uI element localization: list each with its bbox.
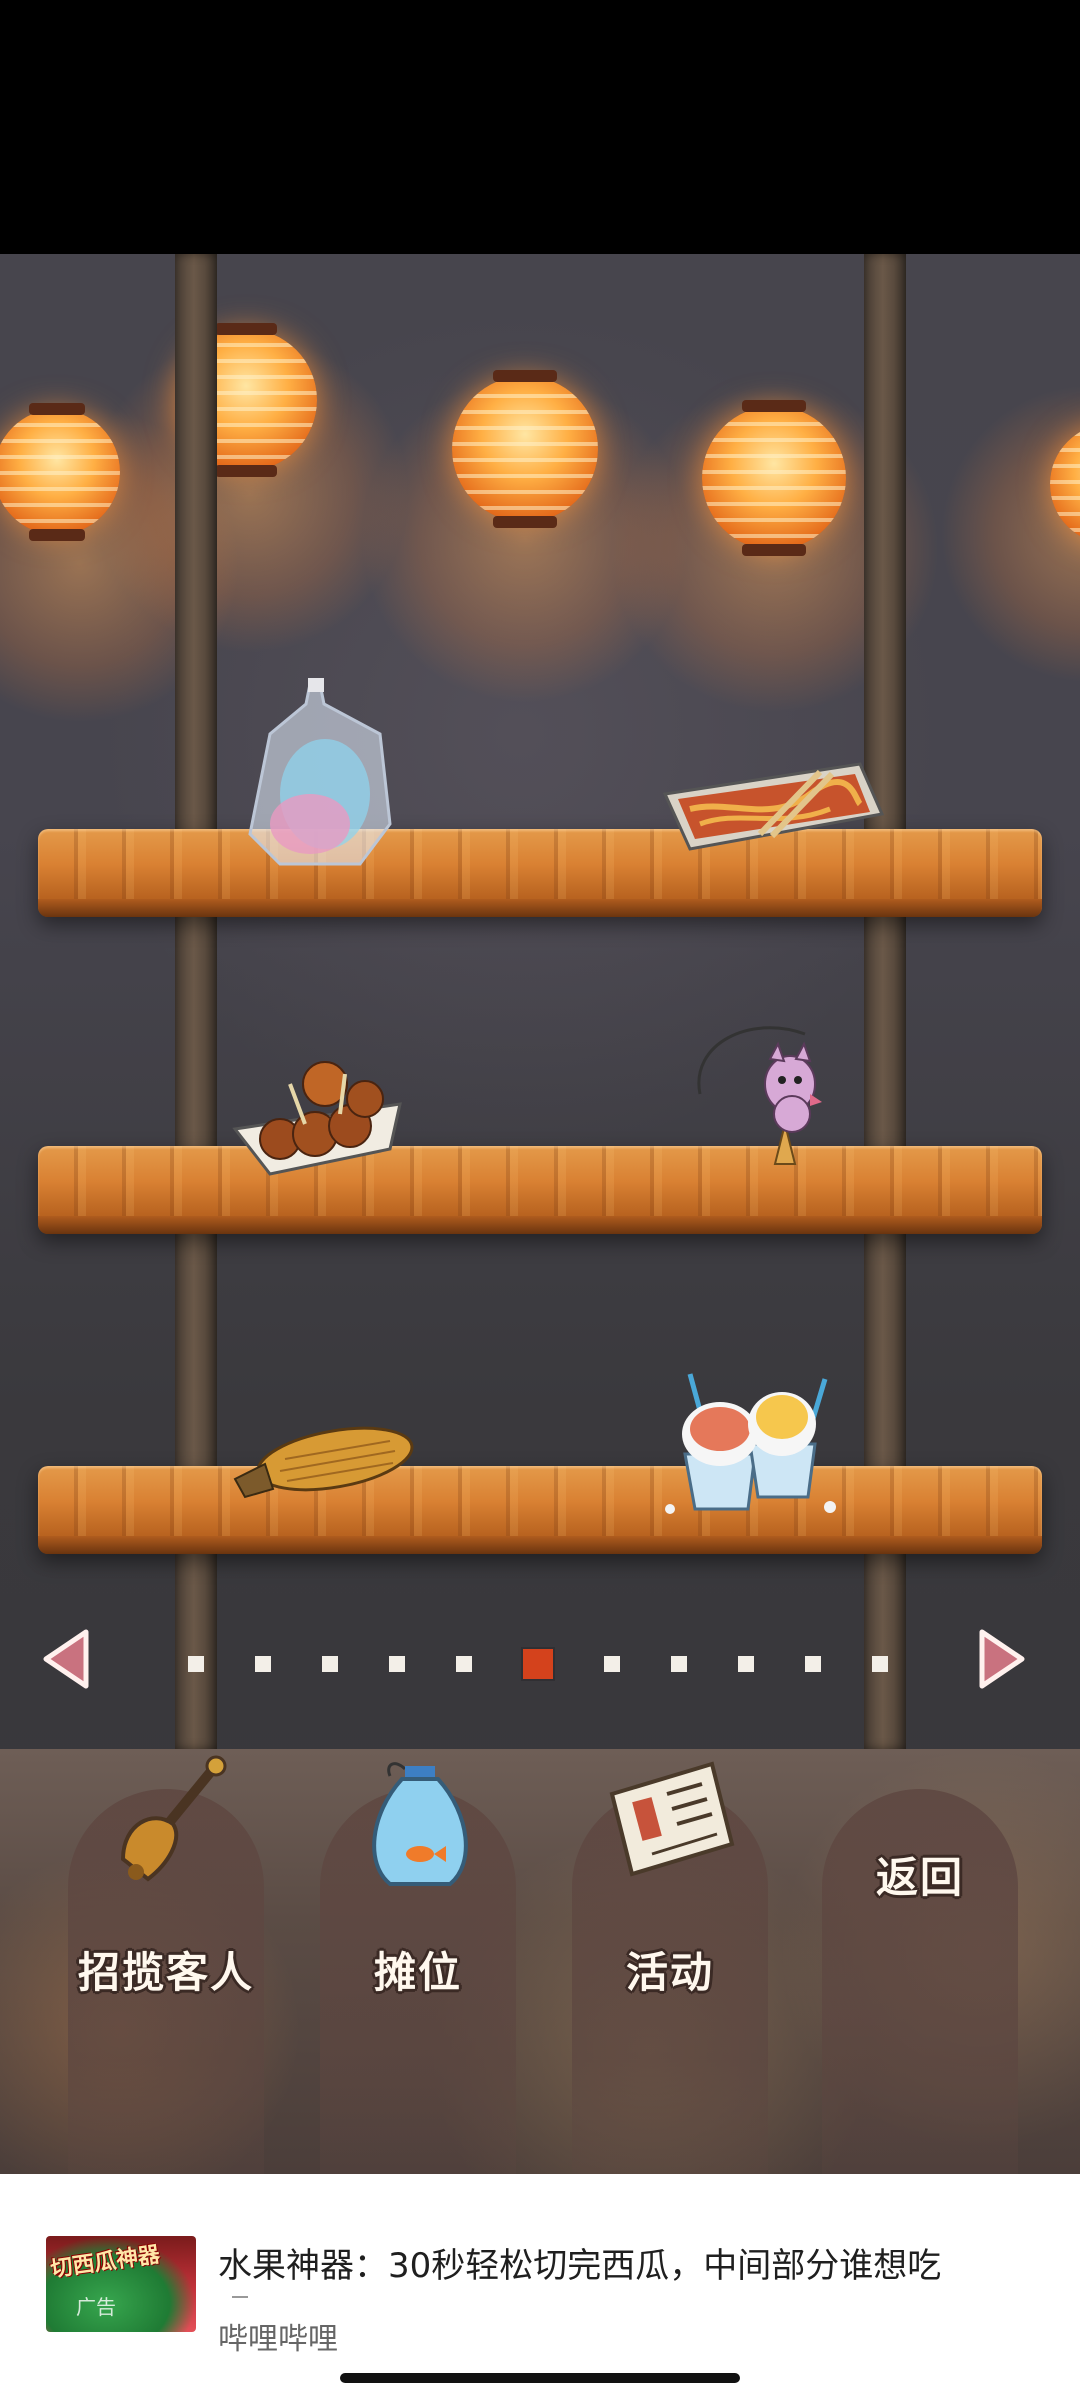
page-indicator [188, 1649, 888, 1679]
page-dot[interactable] [872, 1656, 888, 1672]
page-dot-active[interactable] [523, 1649, 553, 1679]
grilled-corn-item[interactable] [225, 1419, 420, 1509]
goldfish-bag-icon [372, 1762, 468, 1886]
takoyaki-boat-item[interactable] [230, 1044, 415, 1184]
yakisoba-tray-item[interactable] [660, 754, 885, 864]
stall-button[interactable]: 摊位 [320, 1762, 516, 2174]
lantern-glow [940, 384, 1080, 684]
bell-icon [120, 1755, 227, 1882]
back-label: 返回 [875, 1853, 964, 1902]
ad-thumbnail-text: 切西瓜神器 [49, 2242, 162, 2283]
newspaper-icon [609, 1761, 735, 1877]
ad-divider [232, 2296, 248, 2298]
cotton-candy-bag-item[interactable] [240, 674, 400, 874]
screen: 招揽客人 摊位 活动 返回 切西瓜神器 广告 水果神器：30秒轻松切完西瓜，中间… [0, 0, 1080, 2400]
home-indicator[interactable] [340, 2373, 740, 2383]
paper-lantern-icon [452, 370, 598, 528]
ad-title[interactable]: 水果神器：30秒轻松切完西瓜，中间部分谁想吃 [218, 2238, 1058, 2287]
pink-mascot-charm-item[interactable] [680, 1014, 830, 1194]
back-button[interactable]: 返回 [822, 1789, 1018, 2174]
attract-customers-label: 招揽客人 [77, 1948, 254, 1997]
page-dot[interactable] [322, 1656, 338, 1672]
page-dot[interactable] [805, 1656, 821, 1672]
paper-lantern-icon [1050, 424, 1080, 544]
shelf-3 [38, 1466, 1042, 1554]
paper-lantern-icon [0, 403, 120, 541]
stall-label: 摊位 [373, 1948, 462, 1997]
page-dot[interactable] [738, 1656, 754, 1672]
page-dot[interactable] [456, 1656, 472, 1672]
shelf-1 [38, 829, 1042, 917]
ad-source: 哔哩哔哩 [218, 2322, 338, 2357]
triangle-right-icon[interactable] [972, 1624, 1032, 1694]
page-dot[interactable] [671, 1656, 687, 1672]
page-dot[interactable] [255, 1656, 271, 1672]
triangle-left-icon[interactable] [36, 1624, 96, 1694]
ad-thumbnail-tag: 广告 [76, 2295, 116, 2319]
events-button[interactable]: 活动 [572, 1761, 768, 2174]
page-dot[interactable] [604, 1656, 620, 1672]
bottom-menu: 招揽客人 摊位 活动 返回 [0, 1749, 1080, 2174]
events-label: 活动 [625, 1948, 714, 1997]
page-dot[interactable] [389, 1656, 405, 1672]
page-dot[interactable] [188, 1656, 204, 1672]
shelf-2 [38, 1146, 1042, 1234]
ad-banner[interactable]: 切西瓜神器 广告 水果神器：30秒轻松切完西瓜，中间部分谁想吃 哔哩哔哩 [0, 2174, 1080, 2400]
ad-thumbnail[interactable]: 切西瓜神器 广告 [46, 2236, 196, 2332]
attract-customers-button[interactable]: 招揽客人 [68, 1755, 264, 2174]
paper-lantern-icon [702, 400, 846, 556]
game-view: 招揽客人 摊位 活动 返回 [0, 254, 1080, 2174]
shaved-ice-cups-item[interactable] [650, 1369, 850, 1519]
